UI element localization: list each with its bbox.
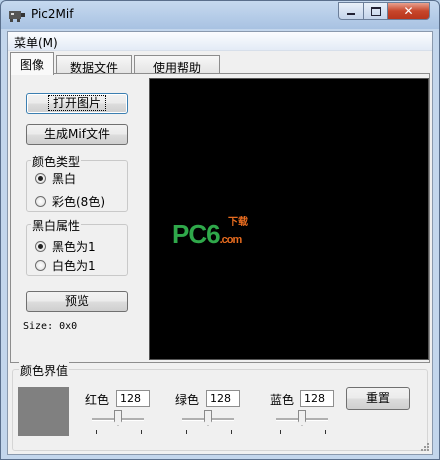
bw-attr-title: 黑白属性	[31, 217, 82, 234]
radio-white-label: 白色为1	[52, 259, 96, 273]
green-slider-tick-min	[186, 430, 187, 434]
color-preview-swatch	[18, 387, 69, 436]
close-button[interactable]: ✕	[387, 2, 430, 20]
title-bar[interactable]: Pic2Mif ✕	[1, 1, 439, 29]
red-slider-tick-max	[141, 430, 142, 434]
image-size-text: Size: 0x0	[23, 321, 78, 332]
color-type-title: 颜色类型	[31, 153, 82, 170]
blue-slider-tick-max	[325, 430, 326, 434]
green-value-input[interactable]: 128	[206, 390, 240, 407]
client-area: 菜单(M) 图像 数据文件 使用帮助 打开图片 生成Mif文件 颜色类型 黑白 …	[7, 31, 433, 455]
red-slider[interactable]	[92, 406, 144, 436]
blue-slider[interactable]	[276, 406, 328, 436]
blue-slider-tick-min	[280, 430, 281, 434]
tab-strip: 图像 数据文件 使用帮助	[8, 52, 432, 75]
radio-color8[interactable]: 彩色(8色)	[35, 193, 105, 210]
radio-white-is-1[interactable]: 白色为1	[35, 257, 96, 274]
radio-bw-indicator	[35, 173, 46, 184]
tab-image[interactable]: 图像	[10, 52, 54, 75]
open-image-label: 打开图片	[47, 95, 106, 111]
generate-mif-button[interactable]: 生成Mif文件	[26, 124, 128, 145]
maximize-icon	[370, 6, 381, 16]
window-title: Pic2Mif	[31, 7, 74, 21]
tab-data-file[interactable]: 数据文件	[56, 55, 132, 75]
green-slider-tick-max	[231, 430, 232, 434]
watermark-text: PC6	[172, 219, 221, 249]
watermark-sub: 下载	[228, 217, 248, 228]
resize-grip-icon[interactable]	[420, 442, 430, 452]
blue-value-input[interactable]: 128	[300, 390, 334, 407]
minimize-button[interactable]	[338, 2, 364, 20]
red-slider-thumb[interactable]	[114, 410, 122, 426]
radio-white-indicator	[35, 260, 46, 271]
red-slider-tick-min	[96, 430, 97, 434]
radio-color8-label: 彩色(8色)	[52, 195, 105, 209]
reset-button[interactable]: 重置	[346, 387, 410, 410]
preview-button[interactable]: 预览	[26, 291, 128, 312]
image-preview-canvas: PC6.com 下载	[149, 78, 429, 360]
minimize-icon	[347, 13, 355, 15]
maximize-button[interactable]	[363, 2, 388, 20]
close-icon: ✕	[403, 4, 414, 18]
green-slider-thumb[interactable]	[204, 410, 212, 426]
blue-slider-thumb[interactable]	[298, 410, 306, 426]
threshold-title: 颜色界值	[19, 362, 70, 379]
red-value-input[interactable]: 128	[116, 390, 150, 407]
watermark-domain: .com	[219, 234, 243, 246]
radio-color8-indicator	[35, 196, 46, 207]
radio-black-indicator	[35, 241, 46, 252]
tab-help[interactable]: 使用帮助	[134, 55, 220, 75]
radio-bw[interactable]: 黑白	[35, 170, 76, 187]
green-slider[interactable]	[182, 406, 234, 436]
app-icon	[9, 11, 25, 22]
radio-black-is-1[interactable]: 黑色为1	[35, 238, 96, 255]
app-window: Pic2Mif ✕ 菜单(M) 图像 数据文件 使用帮助 打开图片 生成Mif文…	[0, 0, 440, 460]
open-image-button[interactable]: 打开图片	[26, 93, 128, 114]
menu-main[interactable]: 菜单(M)	[14, 34, 58, 51]
radio-black-label: 黑色为1	[52, 240, 96, 254]
menu-bar: 菜单(M)	[8, 32, 432, 51]
radio-bw-label: 黑白	[52, 172, 77, 186]
